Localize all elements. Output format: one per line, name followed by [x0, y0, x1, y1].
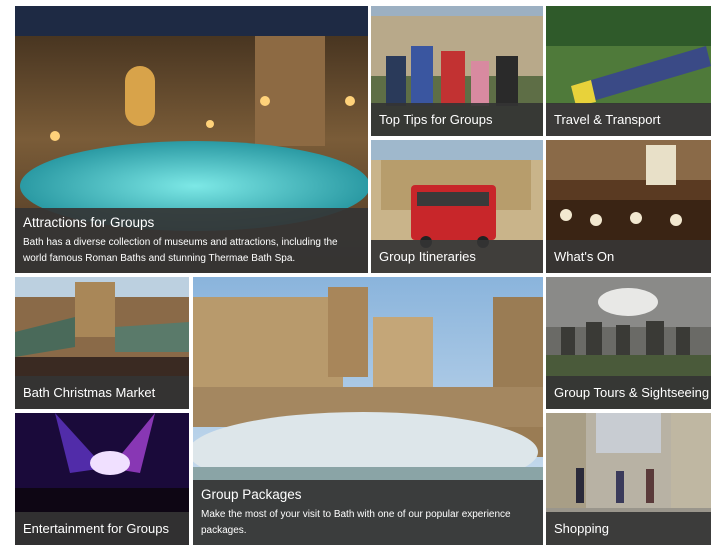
tile-caption: Bath Christmas Market [15, 376, 189, 409]
tile-entertainment-for-groups[interactable]: Entertainment for Groups [15, 413, 189, 545]
tile-title: Entertainment for Groups [23, 520, 169, 536]
tile-caption: Entertainment for Groups [15, 512, 189, 545]
tile-description: Make the most of your visit to Bath with… [201, 509, 511, 536]
tile-caption: Group Tours & Sightseeing [546, 376, 711, 409]
tile-travel-and-transport[interactable]: Travel & Transport [546, 6, 711, 136]
tile-title: Group Itineraries [379, 248, 476, 264]
tile-attractions-for-groups[interactable]: Attractions for Groups Bath has a divers… [15, 6, 368, 273]
tile-title: Top Tips for Groups [379, 111, 493, 127]
tile-whats-on[interactable]: What's On [546, 140, 711, 273]
tile-top-tips-for-groups[interactable]: Top Tips for Groups [371, 6, 543, 136]
tile-caption: Shopping [546, 512, 711, 545]
tile-group-tours-and-sightseeing[interactable]: Group Tours & Sightseeing [546, 277, 711, 409]
tile-title: Shopping [554, 520, 609, 536]
tile-caption: Group Itineraries [371, 240, 543, 273]
tile-title: Group Packages [201, 487, 302, 502]
tile-description: Bath has a diverse collection of museums… [23, 237, 338, 264]
tile-title: Travel & Transport [554, 111, 661, 127]
tile-caption: Attractions for Groups Bath has a divers… [15, 208, 368, 273]
tile-title: What's On [554, 248, 615, 264]
tile-group-packages[interactable]: Group Packages Make the most of your vis… [193, 277, 543, 545]
tile-bath-christmas-market[interactable]: Bath Christmas Market [15, 277, 189, 409]
tile-caption: What's On [546, 240, 711, 273]
tile-caption: Travel & Transport [546, 103, 711, 136]
tile-caption: Top Tips for Groups [371, 103, 543, 136]
tile-group-itineraries[interactable]: Group Itineraries [371, 140, 543, 273]
tile-caption: Group Packages Make the most of your vis… [193, 480, 543, 545]
tile-shopping[interactable]: Shopping [546, 413, 711, 545]
tile-title: Group Tours & Sightseeing [554, 384, 710, 400]
tile-title: Attractions for Groups [23, 215, 155, 230]
tile-title: Bath Christmas Market [23, 384, 156, 400]
